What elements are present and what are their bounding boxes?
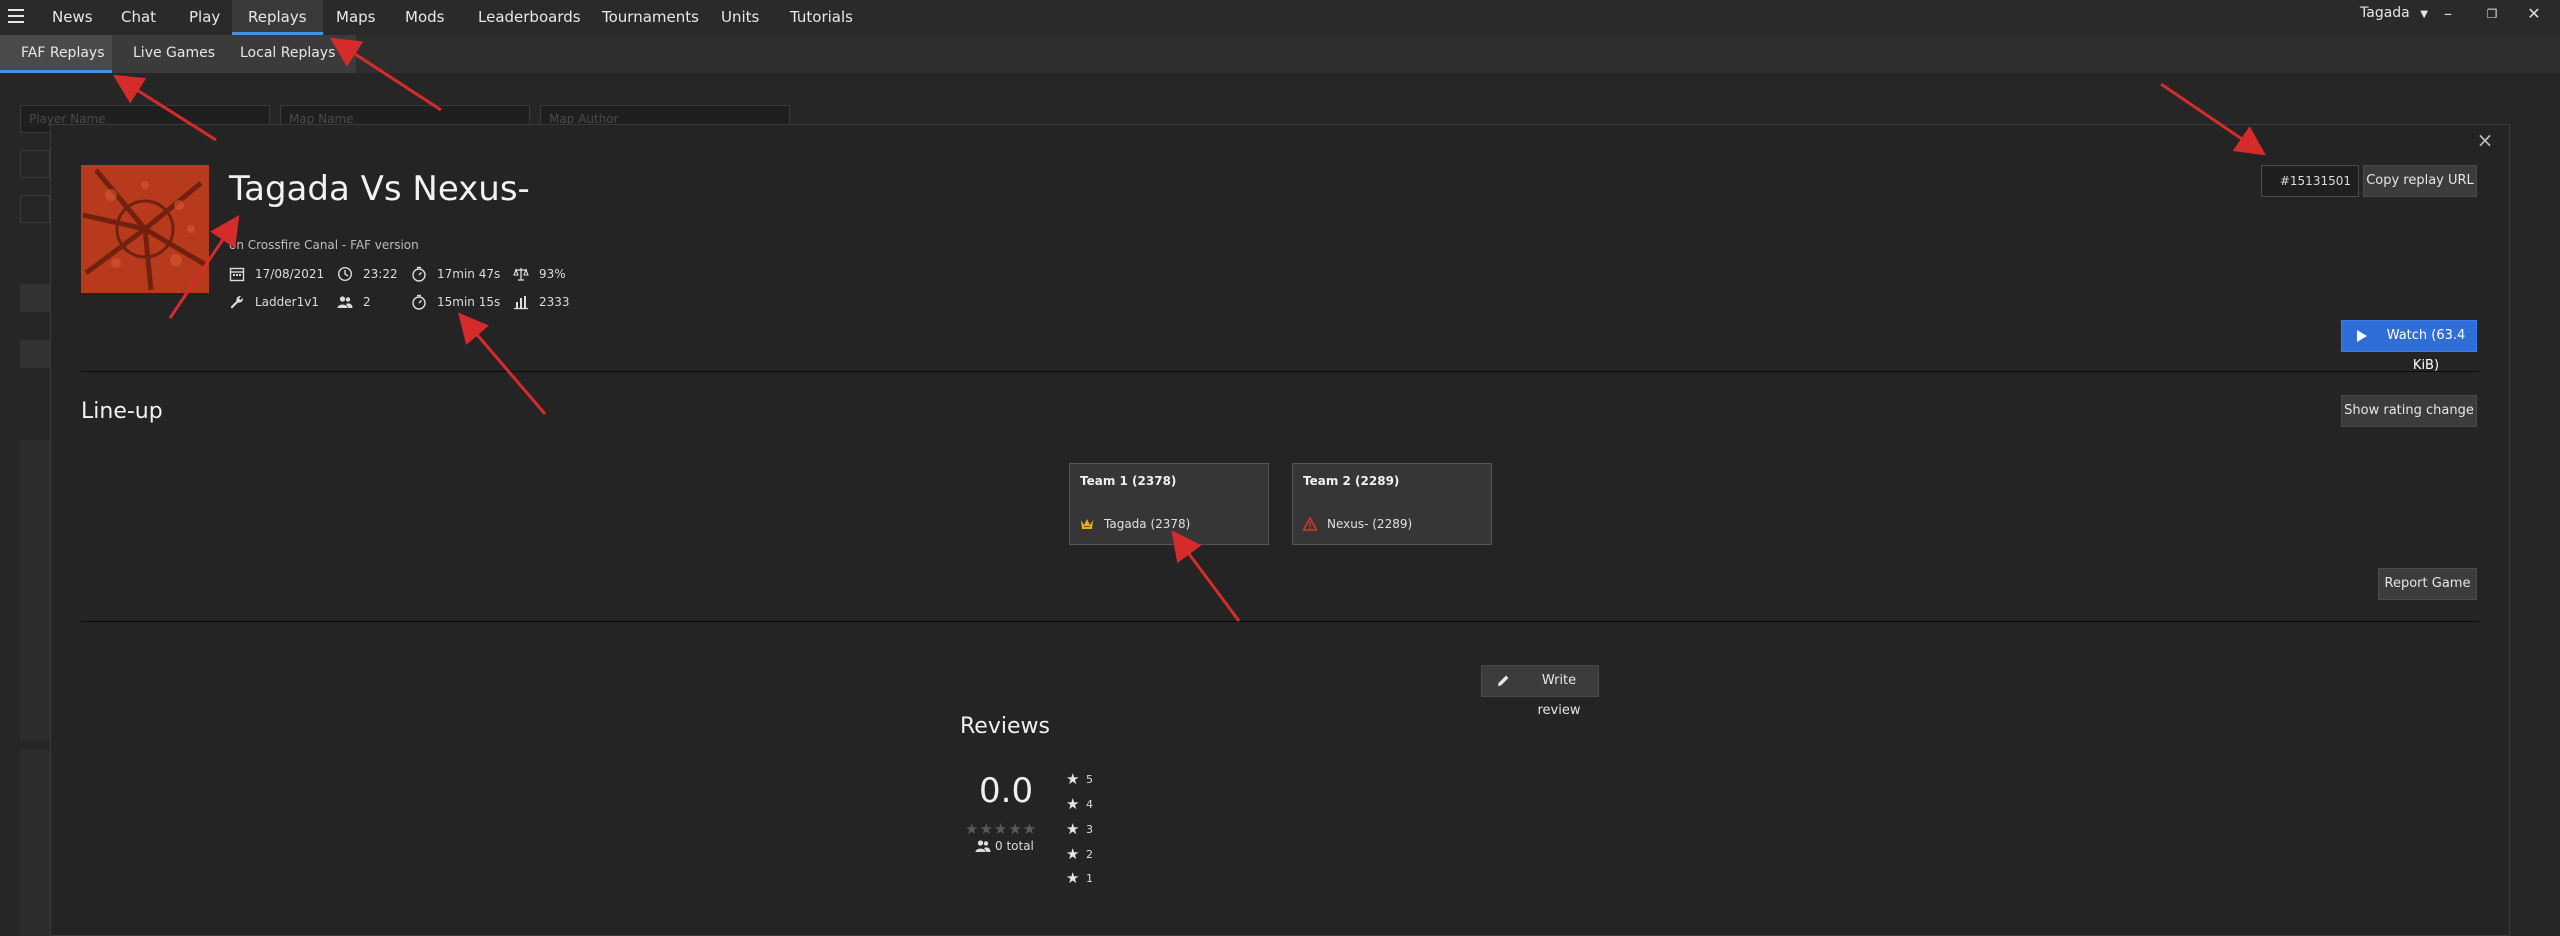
reviews-title: Reviews [960,714,1050,739]
nav-tournaments[interactable]: Tournaments [586,0,715,35]
nav-chat[interactable]: Chat [105,0,172,35]
lineup-title: Line-up [81,399,163,424]
bg-field [20,195,50,223]
restore-button[interactable]: ❐ [2472,0,2512,30]
watch-button[interactable]: Watch (63.4 KiB) [2341,320,2477,373]
team-title: Team 1 (2378) [1080,474,1177,488]
users-icon [975,840,991,852]
replay-detail-dialog: × Tagada Vs Nexus- on Crossfire Canal - … [50,124,2510,936]
nav-maps[interactable]: Maps [320,0,391,35]
replay-title: Tagada Vs Nexus- [229,169,530,209]
wrench-icon [230,295,244,309]
aeon-faction-icon [1081,519,1093,529]
team-title: Team 2 (2289) [1303,474,1400,488]
write-review-button[interactable]: Write review [1481,665,1599,718]
write-review-label: Write review [1537,673,1581,718]
sub-navigation: FAF Replays Live Games Local Replays [0,35,2560,73]
window-close-button[interactable]: ✕ [2514,0,2554,30]
timer-icon [412,294,426,310]
nav-mods[interactable]: Mods [389,0,460,35]
nav-leaderboards[interactable]: Leaderboards [462,0,597,35]
user-menu[interactable]: Tagada ▼ [2360,0,2428,30]
star-icon: ★ [1066,845,1080,863]
section-divider [81,371,2479,372]
bg-field [20,150,50,178]
tab-local-replays[interactable]: Local Replays [219,35,358,73]
timer-icon [412,266,426,282]
rating-score: 0.0 [979,771,1034,811]
top-navigation: News Chat Play Replays Maps Mods Leaderb… [0,0,2560,35]
menu-icon[interactable] [8,9,24,25]
rating-stars: ★★★★★ [965,820,1038,838]
close-icon[interactable]: × [2475,130,2495,151]
map-preview [81,165,209,293]
star-icon: ★ [1066,869,1080,887]
show-rating-change-button[interactable]: Show rating change [2341,395,2477,427]
star-icon: ★ [1066,770,1080,788]
calendar-icon [229,267,245,282]
team-card: Team 1 (2378) Tagada (2378) [1069,463,1269,545]
map-subtitle: on Crossfire Canal - FAF version [229,238,419,252]
bg-button [20,284,50,312]
nav-tutorials[interactable]: Tutorials [774,0,869,35]
star-icon: ★ [1066,795,1080,813]
nav-units[interactable]: Units [705,0,775,35]
pencil-icon [1498,675,1509,686]
users-icon [337,296,353,308]
replay-id-field[interactable]: #15131501 [2261,165,2359,197]
username: Tagada [2360,5,2410,21]
nav-play[interactable]: Play [173,0,236,35]
team-card: Team 2 (2289) Nexus- (2289) [1292,463,1492,545]
minimize-button[interactable]: – [2428,0,2468,30]
section-divider [81,621,2479,622]
bg-panel [20,750,50,936]
chevron-down-icon: ▼ [2420,9,2428,20]
watch-label: Watch (63.4 KiB) [2386,328,2466,373]
bg-panel [20,440,50,740]
play-icon [2357,330,2367,342]
balance-icon [513,268,529,281]
nav-replays[interactable]: Replays [232,0,323,35]
tab-faf-replays[interactable]: FAF Replays [0,35,127,73]
nav-news[interactable]: News [36,0,109,35]
copy-replay-url-button[interactable]: Copy replay URL [2363,165,2477,197]
star-icon: ★ [1066,820,1080,838]
chart-icon [514,296,528,310]
cybran-faction-icon [1303,517,1317,531]
report-game-button[interactable]: Report Game [2378,568,2477,600]
clock-icon [337,266,353,282]
bg-button [20,340,50,368]
